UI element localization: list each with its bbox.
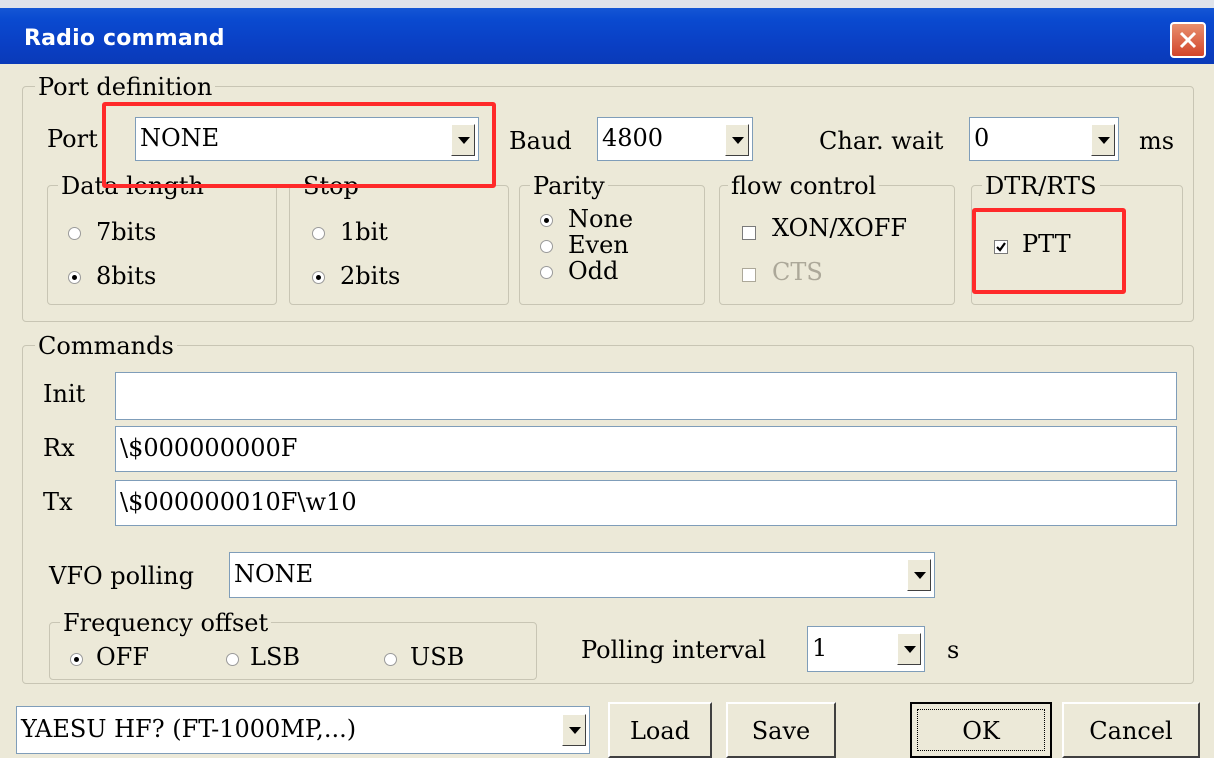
xon-xoff-label: XON/XOFF: [772, 214, 908, 242]
title-bar-top-strip: [0, 0, 1214, 8]
polling-interval-label: Polling interval: [581, 636, 767, 664]
init-input[interactable]: [115, 372, 1177, 420]
polling-interval-unit: s: [947, 636, 960, 664]
data-length-legend: Data length: [58, 173, 207, 199]
charwait-unit: ms: [1139, 127, 1175, 155]
freq-off-label: OFF: [96, 643, 149, 671]
charwait-label: Char. wait: [819, 127, 944, 155]
init-label: Init: [43, 380, 86, 408]
vfo-polling-dropdown-arrow[interactable]: [907, 559, 931, 591]
baud-select[interactable]: 4800: [597, 117, 753, 161]
baud-value: 4800: [602, 124, 664, 152]
close-button[interactable]: [1170, 22, 1206, 58]
data-length-7bits-radio[interactable]: [68, 227, 81, 240]
parity-none-radio[interactable]: [540, 214, 553, 227]
freq-usb-radio[interactable]: [384, 653, 397, 666]
checkmark-icon: [996, 242, 1006, 252]
parity-even-label: Even: [568, 231, 629, 259]
vfo-polling-value: NONE: [234, 560, 314, 588]
xon-xoff-checkbox[interactable]: [742, 226, 756, 240]
dialog-body: Port definition Port NONE Baud 4800 Char…: [8, 64, 1206, 758]
stop-2bits-radio[interactable]: [312, 271, 325, 284]
parity-legend: Parity: [530, 173, 608, 199]
load-button-label: Load: [629, 717, 691, 745]
cts-checkbox[interactable]: [742, 268, 756, 282]
stop-2bits-label: 2bits: [340, 262, 401, 290]
baud-label: Baud: [509, 127, 572, 155]
parity-even-radio[interactable]: [540, 240, 553, 253]
polling-interval-value: 1: [812, 634, 828, 662]
frequency-offset-legend: Frequency offset: [60, 610, 272, 636]
close-icon: [1179, 31, 1197, 49]
radio-preset-value: YAESU HF? (FT-1000MP,...): [21, 715, 357, 743]
stop-1bit-label: 1bit: [340, 218, 388, 246]
commands-group: Commands Init Rx \$000000000F Tx \$00000…: [22, 333, 1194, 684]
data-length-8bits-label: 8bits: [96, 262, 157, 290]
data-length-7bits-label: 7bits: [96, 218, 157, 246]
stop-legend: Stop: [300, 173, 362, 199]
load-button[interactable]: Load: [608, 702, 712, 758]
dtr-rts-legend: DTR/RTS: [982, 173, 1100, 199]
vfo-polling-label: VFO polling: [49, 562, 194, 590]
port-value: NONE: [140, 124, 220, 152]
save-button[interactable]: Save: [726, 702, 836, 758]
data-length-group: Data length 7bits 8bits: [47, 173, 277, 305]
port-dropdown-arrow[interactable]: [451, 124, 475, 156]
commands-legend: Commands: [35, 333, 177, 359]
parity-odd-radio[interactable]: [540, 266, 553, 279]
parity-none-label: None: [568, 205, 634, 233]
polling-interval-dropdown-arrow[interactable]: [897, 633, 921, 665]
ok-focus-ring: [917, 709, 1045, 751]
ok-button[interactable]: OK: [910, 702, 1052, 758]
ptt-checkbox[interactable]: [994, 240, 1008, 254]
port-select[interactable]: NONE: [135, 117, 479, 161]
port-definition-group: Port definition Port NONE Baud 4800 Char…: [22, 74, 1194, 322]
freq-lsb-radio[interactable]: [226, 653, 239, 666]
cancel-button-label: Cancel: [1089, 717, 1173, 745]
baud-dropdown-arrow[interactable]: [725, 124, 749, 156]
radio-preset-dropdown-arrow[interactable]: [562, 714, 586, 746]
polling-interval-select[interactable]: 1: [807, 626, 925, 672]
window-title: Radio command: [24, 26, 225, 51]
stop-1bit-radio[interactable]: [312, 227, 325, 240]
vfo-polling-select[interactable]: NONE: [229, 552, 935, 598]
radio-preset-select[interactable]: YAESU HF? (FT-1000MP,...): [16, 706, 590, 754]
port-label: Port: [47, 125, 98, 153]
charwait-dropdown-arrow[interactable]: [1091, 124, 1115, 156]
stop-group: Stop 1bit 2bits: [289, 173, 509, 305]
rx-label: Rx: [43, 434, 75, 462]
ptt-label: PTT: [1022, 230, 1071, 258]
save-button-label: Save: [751, 717, 811, 745]
parity-group: Parity None Even Odd: [519, 173, 705, 305]
charwait-value: 0: [974, 124, 990, 152]
tx-label: Tx: [43, 488, 73, 516]
cancel-button[interactable]: Cancel: [1062, 702, 1200, 758]
freq-lsb-label: LSB: [250, 643, 301, 671]
rx-input[interactable]: \$000000000F: [115, 426, 1177, 472]
cts-label: CTS: [772, 258, 823, 286]
flow-control-legend: flow control: [728, 173, 880, 199]
frequency-offset-group: Frequency offset OFF LSB USB: [49, 610, 537, 680]
freq-off-radio[interactable]: [70, 653, 83, 666]
port-definition-legend: Port definition: [35, 74, 216, 100]
dtr-rts-group: DTR/RTS PTT: [971, 173, 1183, 305]
tx-input[interactable]: \$000000010F\w10: [115, 480, 1177, 526]
data-length-8bits-radio[interactable]: [68, 271, 81, 284]
freq-usb-label: USB: [410, 643, 465, 671]
parity-odd-label: Odd: [568, 257, 619, 285]
flow-control-group: flow control XON/XOFF CTS: [719, 173, 955, 305]
charwait-select[interactable]: 0: [969, 117, 1119, 161]
